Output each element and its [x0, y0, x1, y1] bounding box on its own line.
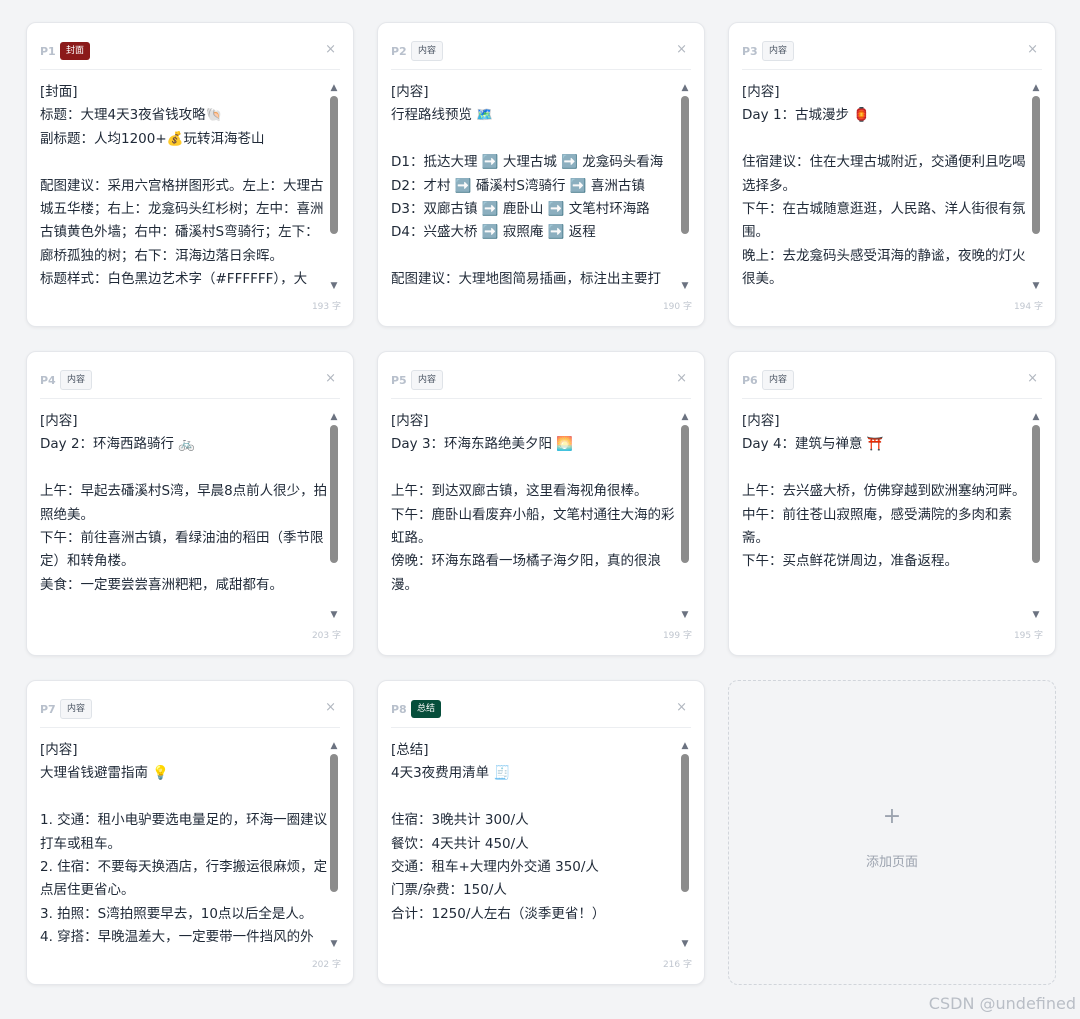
scrollbar[interactable]: ▲ ▼ [329, 412, 339, 620]
scrollbar[interactable]: ▲ ▼ [680, 741, 690, 949]
scroll-up-arrow-icon[interactable]: ▲ [1031, 83, 1041, 93]
scroll-down-arrow-icon[interactable]: ▼ [680, 939, 690, 949]
page-card-p7[interactable]: P7 内容 × [内容] 大理省钱避雷指南 💡 1. 交通：租小电驴要选电量足的… [26, 680, 354, 985]
card-header: P4 内容 × [40, 362, 340, 399]
scroll-thumb[interactable] [681, 96, 689, 234]
card-header: P6 内容 × [742, 362, 1042, 399]
scrollbar[interactable]: ▲ ▼ [329, 741, 339, 949]
page-content-text[interactable]: [内容] Day 3：环海东路绝美夕阳 🌅 上午：到达双廊古镇，这里看海视角很棒… [391, 410, 681, 626]
char-count: 193 字 [311, 302, 341, 312]
scroll-thumb[interactable] [330, 754, 338, 892]
card-header: P2 内容 × [391, 33, 691, 70]
plus-icon: + [882, 804, 902, 829]
add-page-button[interactable]: + 添加页面 [728, 680, 1056, 985]
page-content-text[interactable]: [内容] Day 2：环海西路骑行 🚲 上午：早起去磻溪村S湾，早晨8点前人很少… [40, 410, 330, 626]
page-type-badge: 内容 [411, 370, 444, 390]
page-number: P2 [391, 44, 407, 58]
scrollbar[interactable]: ▲ ▼ [680, 83, 690, 291]
scroll-down-arrow-icon[interactable]: ▼ [329, 610, 339, 620]
close-icon[interactable]: × [1027, 371, 1038, 387]
page-number: P5 [391, 373, 407, 387]
page-card-p1[interactable]: P1 封面 × [封面] 标题：大理4天3夜省钱攻略🐚 副标题：人均1200+💰… [26, 22, 354, 327]
page-type-badge: 内容 [762, 41, 795, 61]
page-type-badge: 内容 [60, 370, 93, 390]
scroll-up-arrow-icon[interactable]: ▲ [1031, 412, 1041, 422]
scroll-thumb[interactable] [330, 96, 338, 234]
page-number: P7 [40, 702, 56, 716]
scroll-up-arrow-icon[interactable]: ▲ [680, 412, 690, 422]
page-content-text[interactable]: [内容] 大理省钱避雷指南 💡 1. 交通：租小电驴要选电量足的，环海一圈建议打… [40, 739, 330, 955]
scrollbar[interactable]: ▲ ▼ [1031, 412, 1041, 620]
page-type-badge: 内容 [762, 370, 795, 390]
card-header: P1 封面 × [40, 33, 340, 70]
watermark: CSDN @undefined [928, 994, 1076, 1013]
page-card-p4[interactable]: P4 内容 × [内容] Day 2：环海西路骑行 🚲 上午：早起去磻溪村S湾，… [26, 351, 354, 656]
close-icon[interactable]: × [1027, 42, 1038, 58]
page-number: P4 [40, 373, 56, 387]
close-icon[interactable]: × [325, 42, 336, 58]
scroll-down-arrow-icon[interactable]: ▼ [1031, 281, 1041, 291]
page-number: P8 [391, 702, 407, 716]
close-icon[interactable]: × [325, 371, 336, 387]
scroll-up-arrow-icon[interactable]: ▲ [680, 83, 690, 93]
card-header: P5 内容 × [391, 362, 691, 399]
close-icon[interactable]: × [676, 700, 687, 716]
page-type-badge: 内容 [60, 699, 93, 719]
scroll-up-arrow-icon[interactable]: ▲ [329, 741, 339, 751]
scroll-thumb[interactable] [330, 425, 338, 563]
scrollbar[interactable]: ▲ ▼ [1031, 83, 1041, 291]
scrollbar[interactable]: ▲ ▼ [680, 412, 690, 620]
page-number: P3 [742, 44, 758, 58]
page-content-text[interactable]: [封面] 标题：大理4天3夜省钱攻略🐚 副标题：人均1200+💰玩转洱海苍山 配… [40, 81, 330, 297]
close-icon[interactable]: × [325, 700, 336, 716]
char-count: 190 字 [662, 302, 692, 312]
scroll-down-arrow-icon[interactable]: ▼ [1031, 610, 1041, 620]
char-count: 194 字 [1013, 302, 1043, 312]
add-page-label: 添加页面 [865, 855, 918, 870]
char-count: 216 字 [662, 960, 692, 970]
scroll-down-arrow-icon[interactable]: ▼ [329, 939, 339, 949]
scroll-up-arrow-icon[interactable]: ▲ [680, 741, 690, 751]
page-card-p2[interactable]: P2 内容 × [内容] 行程路线预览 🗺️ D1：抵达大理 ➡️ 大理古城 ➡… [377, 22, 705, 327]
scroll-thumb[interactable] [1032, 96, 1040, 234]
scroll-thumb[interactable] [1032, 425, 1040, 563]
page-content-text[interactable]: [总结] 4天3夜费用清单 🧾 住宿：3晚共计 300/人 餐饮：4天共计 45… [391, 739, 681, 955]
page-card-p6[interactable]: P6 内容 × [内容] Day 4：建筑与禅意 ⛩️ 上午：去兴盛大桥，仿佛穿… [728, 351, 1056, 656]
scroll-up-arrow-icon[interactable]: ▲ [329, 83, 339, 93]
page-content-text[interactable]: [内容] 行程路线预览 🗺️ D1：抵达大理 ➡️ 大理古城 ➡️ 龙龛码头看海… [391, 81, 681, 297]
char-count: 199 字 [662, 631, 692, 641]
page-content-text[interactable]: [内容] Day 4：建筑与禅意 ⛩️ 上午：去兴盛大桥，仿佛穿越到欧洲塞纳河畔… [742, 410, 1032, 626]
scroll-down-arrow-icon[interactable]: ▼ [680, 281, 690, 291]
card-header: P7 内容 × [40, 691, 340, 728]
close-icon[interactable]: × [676, 42, 687, 58]
scroll-thumb[interactable] [681, 425, 689, 563]
char-count: 195 字 [1013, 631, 1043, 641]
page-type-badge: 内容 [411, 41, 444, 61]
page-content-text[interactable]: [内容] Day 1：古城漫步 🏮 住宿建议：住在大理古城附近，交通便利且吃喝选… [742, 81, 1032, 297]
page-number: P1 [40, 44, 56, 58]
scroll-down-arrow-icon[interactable]: ▼ [680, 610, 690, 620]
page-card-p3[interactable]: P3 内容 × [内容] Day 1：古城漫步 🏮 住宿建议：住在大理古城附近，… [728, 22, 1056, 327]
card-header: P8 总结 × [391, 691, 691, 728]
scroll-up-arrow-icon[interactable]: ▲ [329, 412, 339, 422]
char-count: 203 字 [311, 631, 341, 641]
scroll-thumb[interactable] [681, 754, 689, 892]
scrollbar[interactable]: ▲ ▼ [329, 83, 339, 291]
card-header: P3 内容 × [742, 33, 1042, 70]
page-card-p8[interactable]: P8 总结 × [总结] 4天3夜费用清单 🧾 住宿：3晚共计 300/人 餐饮… [377, 680, 705, 985]
page-type-badge: 封面 [60, 42, 91, 60]
page-type-badge: 总结 [411, 700, 442, 718]
page-number: P6 [742, 373, 758, 387]
page-card-p5[interactable]: P5 内容 × [内容] Day 3：环海东路绝美夕阳 🌅 上午：到达双廊古镇，… [377, 351, 705, 656]
close-icon[interactable]: × [676, 371, 687, 387]
scroll-down-arrow-icon[interactable]: ▼ [329, 281, 339, 291]
char-count: 202 字 [311, 960, 341, 970]
